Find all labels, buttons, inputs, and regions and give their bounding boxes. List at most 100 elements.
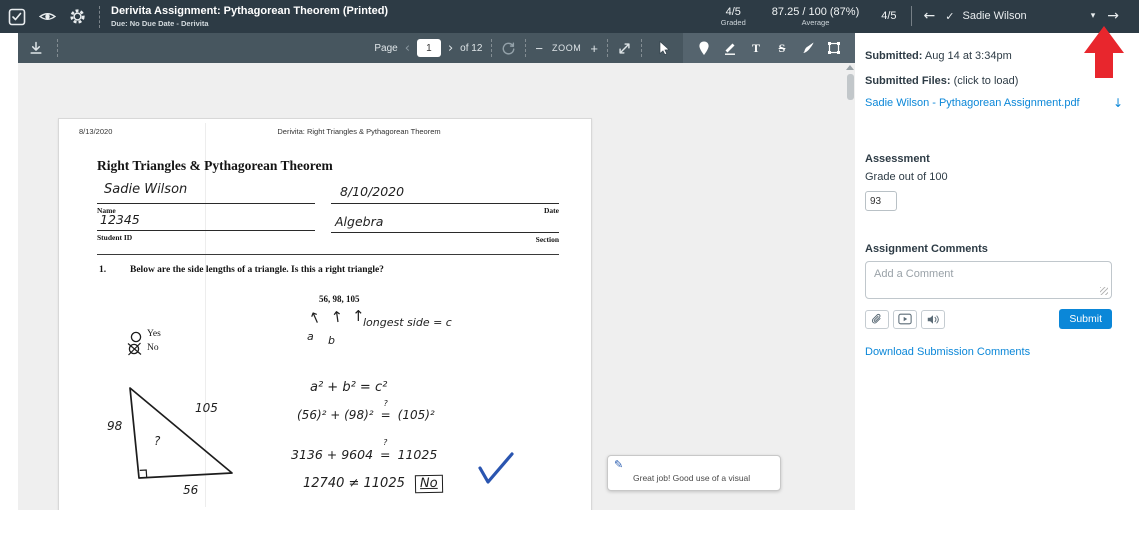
page-number-input[interactable]: 1	[416, 39, 441, 57]
assignment-comments-title: Assignment Comments	[865, 243, 988, 255]
student-id-line	[97, 216, 315, 231]
yes-label: Yes	[147, 329, 161, 339]
gear-icon[interactable]	[68, 8, 86, 26]
handwritten-arrow: ↑	[305, 307, 325, 329]
work-line-2: (56)² + (98)²? = (105)²	[297, 399, 435, 422]
name-line	[97, 189, 315, 204]
q1-text: Below are the side lengths of a triangle…	[130, 265, 384, 275]
annotation-comment-text: Great job! Good use of a visual	[633, 473, 751, 483]
student-position-count: 4/5	[881, 10, 897, 23]
grade-out-of-label: Grade out of 100	[865, 171, 948, 183]
zoom-in-button[interactable]: +	[590, 41, 598, 56]
header-divider	[99, 5, 100, 28]
annotation-tools-panel: T S	[683, 33, 855, 63]
annotation-comment-popup[interactable]: ✎ Great job! Good use of a visual	[607, 455, 781, 491]
handwritten-arrow: ↑	[329, 307, 345, 327]
toolbar-divider	[607, 39, 608, 57]
red-arrow-annotation	[1084, 26, 1124, 78]
graded-stat: 4/5 Graded	[721, 6, 746, 27]
eye-icon[interactable]	[38, 8, 56, 26]
questioned-equals: ? =	[380, 438, 391, 462]
graded-value: 4/5	[725, 5, 741, 18]
student-dropdown[interactable]: ✓ Sadie Wilson ▾	[945, 10, 1095, 23]
area-select-annotation-tool[interactable]	[821, 40, 847, 56]
media-comment-button[interactable]	[893, 309, 917, 329]
prev-page-button[interactable]: ‹	[405, 42, 410, 55]
section-line	[331, 218, 559, 233]
document-viewer: 8/13/2020 Derivita: Right Triangles & Py…	[18, 63, 856, 510]
grading-sidebar: Submitted: Aug 14 at 3:34pm Submitted Fi…	[855, 33, 1139, 533]
text-annotation-tool[interactable]: T	[743, 41, 769, 56]
handwritten-b-label: b	[328, 334, 335, 347]
graded-label: Graded	[720, 17, 746, 27]
graded-check-icon: ✓	[945, 9, 955, 23]
docviewer-toolbar: Page ‹ 1 › of 12 − ZOOM + T S	[18, 33, 855, 63]
assessment-title: Assessment	[865, 153, 930, 165]
toolbar-divider	[525, 39, 527, 57]
header-vertical-divider	[910, 6, 912, 27]
questioned-equals: ? =	[380, 399, 391, 422]
point-annotation-tool[interactable]	[691, 40, 717, 56]
submitted-value: Aug 14 at 3:34pm	[922, 50, 1012, 62]
worksheet-title: Right Triangles & Pythagorean Theorem	[97, 158, 333, 173]
pointer-tool-button[interactable]	[655, 40, 671, 56]
no-radio-circle-crossed	[127, 342, 143, 361]
doc-print-date: 8/13/2020	[79, 127, 113, 136]
strikeout-annotation-tool[interactable]: S	[769, 41, 795, 56]
submitted-files-hint: (click to load)	[950, 75, 1019, 87]
assignment-due-date: Due: No Due Date - Derivita	[111, 18, 209, 28]
student-name: Sadie Wilson	[962, 10, 1027, 23]
viewer-scroll-up-arrow[interactable]	[846, 65, 854, 70]
zoom-label: ZOOM	[552, 43, 582, 53]
rotate-page-button[interactable]	[501, 41, 516, 56]
fullscreen-expand-button[interactable]	[617, 41, 632, 56]
triangle-angle-label: ?	[154, 434, 161, 448]
textarea-resize-handle[interactable]	[1100, 287, 1108, 295]
header-left-icons: Derivita Assignment: Pythagorean Theorem…	[0, 5, 388, 28]
gradebook-icon[interactable]	[8, 8, 26, 26]
toolbar-divider	[57, 39, 58, 57]
download-document-button[interactable]	[28, 40, 44, 56]
draw-annotation-tool[interactable]	[795, 40, 821, 56]
grader-checkmark	[477, 451, 515, 492]
triangle-left-side-label: 98	[107, 419, 123, 433]
viewer-scrollbar[interactable]	[847, 74, 854, 100]
next-page-button[interactable]: ›	[448, 42, 453, 55]
student-dropdown-caret-icon[interactable]: ▾	[1091, 11, 1096, 21]
submitted-files-label: Submitted Files:	[865, 75, 951, 87]
triangle-drawing	[99, 377, 249, 494]
q1-side-lengths: 56, 98, 105	[319, 294, 360, 304]
grade-input[interactable]	[865, 191, 897, 211]
boxed-answer: No	[414, 474, 443, 494]
prev-student-button[interactable]: ←	[924, 8, 936, 24]
handwritten-longest-side-note: longest side = c	[363, 316, 452, 329]
doc-print-header: Derivita: Right Triangles & Pythagorean …	[277, 127, 441, 136]
zoom-out-button[interactable]: −	[535, 41, 543, 56]
q1-number: 1.	[99, 265, 107, 275]
submit-comment-button[interactable]: Submit	[1059, 309, 1112, 329]
highlight-annotation-tool[interactable]	[717, 40, 743, 56]
work-line-4: 12740 ≠ 11025 No	[303, 474, 443, 494]
comment-actions-row: Submit	[865, 309, 1112, 329]
no-label: No	[147, 343, 159, 353]
submitted-file-row: Sadie Wilson - Pythagorean Assignment.pd…	[865, 96, 1123, 110]
submitted-label: Submitted:	[865, 50, 923, 62]
assignment-title-block: Derivita Assignment: Pythagorean Theorem…	[111, 5, 388, 27]
section-label: Section	[535, 235, 559, 244]
average-value: 87.25 / 100 (87%)	[771, 5, 860, 18]
audio-comment-button[interactable]	[921, 309, 945, 329]
triangle-hypotenuse-label: 105	[195, 401, 218, 415]
download-submission-comments-link[interactable]: Download Submission Comments	[865, 346, 1139, 358]
toolbar-divider	[641, 39, 642, 57]
next-student-button[interactable]: →	[1107, 8, 1119, 24]
file-download-icon[interactable]: ↓	[1113, 96, 1123, 110]
attach-file-button[interactable]	[865, 309, 889, 329]
toolbar-divider	[491, 39, 493, 57]
document-page: 8/13/2020 Derivita: Right Triangles & Py…	[58, 118, 592, 510]
average-stat: 87.25 / 100 (87%) Average	[772, 6, 859, 27]
submitted-file-link[interactable]: Sadie Wilson - Pythagorean Assignment.pd…	[865, 97, 1080, 109]
pen-icon: ✎	[614, 458, 624, 471]
comment-textarea[interactable]	[865, 261, 1112, 299]
comment-textarea-wrap	[865, 261, 1112, 302]
date-line	[331, 189, 559, 204]
